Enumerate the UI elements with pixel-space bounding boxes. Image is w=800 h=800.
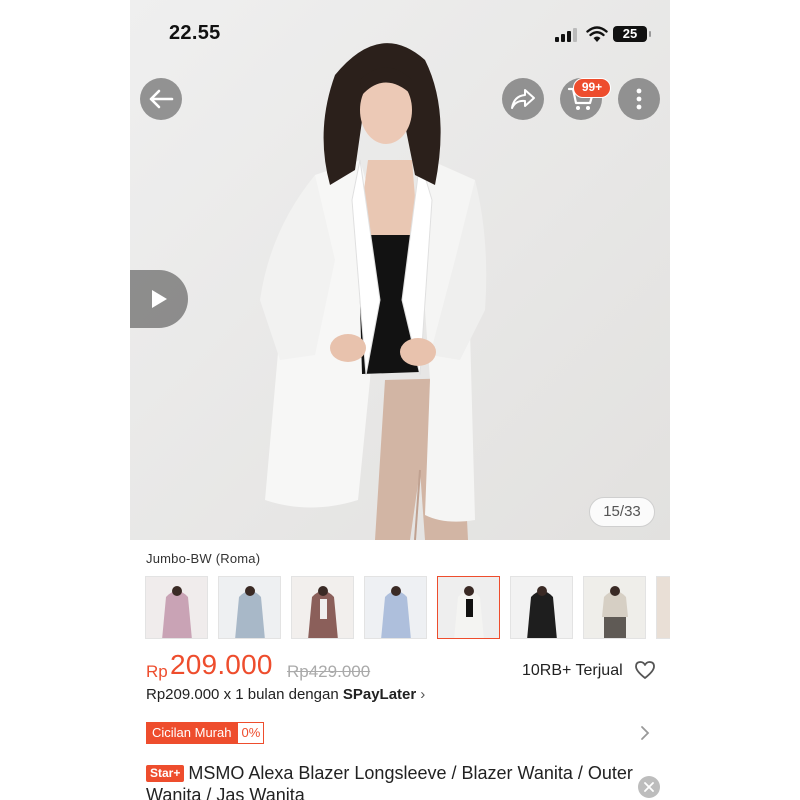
product-title: MSMO Alexa Blazer Longsleeve / Blazer Wa… [146, 763, 633, 800]
installment-rate: 0% [237, 722, 265, 744]
status-bar: 22.55 25 [130, 18, 670, 48]
clock-time: 22.55 [169, 22, 221, 44]
arrow-left-icon [149, 89, 174, 109]
product-image-gallery[interactable]: 22.55 25 99+ 15/33 [130, 0, 670, 540]
installment-promo-badge[interactable]: Cicilan Murah 0% [146, 722, 265, 744]
variant-thumbnail[interactable] [583, 576, 646, 639]
variant-thumbnail-selected[interactable] [437, 576, 500, 639]
current-price: 209.000 [170, 649, 273, 680]
product-title-block: Star+ MSMO Alexa Blazer Longsleeve / Blaz… [146, 762, 658, 800]
star-plus-badge: Star+ [146, 765, 185, 782]
installment-label: Cicilan Murah [146, 722, 238, 744]
variant-label: Jumbo-BW (Roma) [146, 551, 261, 566]
sold-count: 10RB+ Terjual [522, 662, 623, 679]
signal-icon [555, 28, 579, 42]
play-icon [152, 290, 167, 308]
variant-thumbnail[interactable] [145, 576, 208, 639]
variant-thumbnail[interactable] [218, 576, 281, 639]
cart-count-badge: 99+ [573, 78, 611, 98]
close-icon [644, 782, 654, 792]
price-row: Rp 209.000 Rp429.000 10RB+ Terjual [146, 648, 656, 684]
battery-level: 25 [622, 26, 638, 41]
close-button[interactable] [638, 776, 660, 798]
image-counter: 15/33 [589, 497, 655, 527]
variant-thumbnail-list [145, 576, 670, 640]
variant-thumbnail[interactable] [364, 576, 427, 639]
variant-thumbnail[interactable] [510, 576, 573, 639]
price-currency: Rp [146, 662, 168, 681]
original-price: Rp429.000 [287, 662, 371, 681]
chevron-right-icon: › [420, 686, 426, 703]
battery-icon: 25 [613, 26, 651, 42]
heart-icon[interactable] [634, 660, 656, 680]
more-options-button[interactable] [618, 78, 660, 120]
wifi-icon [586, 26, 608, 42]
variant-thumbnail[interactable] [291, 576, 354, 639]
chevron-right-icon[interactable] [638, 723, 652, 743]
more-vertical-icon [636, 88, 642, 110]
paylater-link[interactable]: Rp209.000 x 1 bulan dengan SPayLater › [146, 686, 425, 703]
variant-thumbnail[interactable] [656, 576, 670, 639]
product-page: 22.55 25 99+ 15/33 Jumbo-BW (Roma) Rp 20… [130, 0, 670, 800]
paylater-brand: SPayLater [342, 686, 417, 703]
play-video-button[interactable] [130, 270, 188, 328]
back-button[interactable] [140, 78, 182, 120]
paylater-text: Rp209.000 x 1 bulan dengan [146, 686, 339, 703]
share-button[interactable] [502, 78, 544, 120]
share-icon [511, 89, 535, 109]
